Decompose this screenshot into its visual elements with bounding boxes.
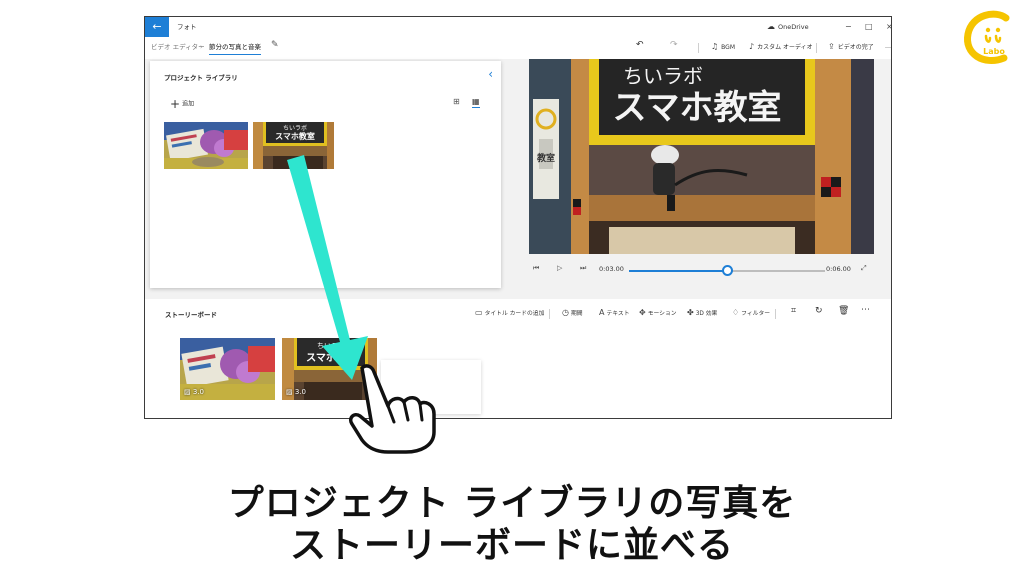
player-controls: ⏮ ▷ ⏭ 0:03.00 0:06.00 ⤢	[529, 261, 874, 281]
toolbar-divider	[775, 309, 776, 319]
delete-icon[interactable]: 🗑	[838, 305, 849, 317]
add-title-card-button[interactable]: ▭ タイトル カードの追加	[475, 307, 544, 320]
plus-icon: +	[170, 97, 181, 111]
total-time: 0:06.00	[826, 265, 851, 273]
filters-button[interactable]: ♢ フィルター	[732, 307, 770, 320]
bgm-label: BGM	[721, 44, 736, 51]
app-title: フォト	[177, 23, 197, 31]
svg-text:スマホ教室: スマホ教室	[275, 131, 315, 141]
crop-icon[interactable]: ⌗	[791, 305, 796, 317]
grid-view-icon[interactable]: ⊞	[453, 97, 460, 106]
clip-duration-badge: ▨ 3.0	[184, 388, 204, 396]
breadcrumb-chevron-icon: ›	[200, 43, 203, 51]
image-icon: ▭	[475, 308, 483, 317]
finish-video-label: ビデオの完了	[837, 44, 874, 51]
motion-label: モーション	[647, 311, 677, 317]
toolbar-divider	[816, 43, 817, 53]
pointing-hand-icon	[348, 364, 436, 454]
seek-bar-progress	[629, 270, 727, 272]
text-label: テキスト	[606, 311, 630, 317]
filters-label: フィルター	[741, 311, 771, 317]
setsubun-photo	[164, 122, 248, 169]
command-bar: ビデオ エディター › 節分の写真と音楽 ✎ ↶ ↷ ♫ BGM ♪ カスタム オー…	[145, 37, 891, 59]
sign-line2: スマホ教室	[613, 88, 782, 128]
audio-person-icon: ♪	[749, 42, 755, 51]
clip-duration-badge: ▨ 3.0	[286, 388, 306, 396]
custom-audio-label: カスタム オーディオ	[757, 44, 813, 51]
previous-frame-icon[interactable]: ⏮	[533, 264, 539, 273]
filter-icon: ♢	[732, 308, 740, 317]
caption-line-2: ストーリーボードに並べる	[289, 525, 734, 566]
toolbar-divider	[698, 43, 699, 53]
preview-frame-sign: 教室 ちいラボ スマホ教室	[529, 59, 874, 254]
custom-audio-button[interactable]: ♪ カスタム オーディオ	[749, 41, 813, 54]
motion-icon: ✥	[639, 308, 646, 317]
3d-effects-label: 3D 効果	[695, 311, 718, 317]
svg-text:ちいラボ: ちいラボ	[283, 124, 307, 132]
toolbar-divider	[549, 309, 550, 319]
maximize-button[interactable]: □	[865, 17, 873, 37]
sign-photo: ちいラボ スマホ教室	[253, 122, 334, 169]
seek-bar[interactable]	[629, 265, 825, 276]
duration-button[interactable]: ◷ 期間	[562, 307, 583, 320]
storyboard-panel: ストーリーボード ▭ タイトル カードの追加 ◷ 期間 A テキスト ✥ モーション ✤…	[145, 299, 891, 418]
add-title-card-label: タイトル カードの追加	[484, 311, 545, 317]
clip-duration: 3.0	[294, 388, 306, 396]
fullscreen-icon[interactable]: ⤢	[861, 264, 867, 273]
video-preview[interactable]: 教室 ちいラボ スマホ教室	[529, 59, 874, 254]
back-arrow-icon: ←	[152, 20, 162, 33]
more-options-icon[interactable]: ⋯	[861, 304, 870, 316]
finish-video-button[interactable]: ⇪ ビデオの完了	[828, 41, 874, 54]
text-button[interactable]: A テキスト	[599, 307, 630, 320]
rename-pencil-icon[interactable]: ✎	[271, 40, 279, 50]
3d-effects-button[interactable]: ✤ 3D 効果	[687, 307, 717, 320]
library-thumbnail-setsubun[interactable]	[164, 122, 248, 169]
large-view-icon[interactable]: ▦	[472, 97, 480, 108]
onedrive-button[interactable]: ☁ OneDrive	[767, 17, 809, 37]
back-button[interactable]: ←	[145, 17, 169, 37]
storyboard-title: ストーリーボード	[165, 311, 217, 319]
close-button[interactable]: ×	[886, 17, 891, 37]
undo-icon[interactable]: ↶	[636, 39, 644, 51]
music-note-icon: ♫	[711, 42, 719, 51]
storyboard-clip-setsubun[interactable]: ▨ 3.0	[180, 338, 275, 400]
clock-icon: ◷	[562, 308, 569, 317]
title-bar: ← フォト ☁OneDrive − □ ×	[145, 17, 891, 37]
play-icon[interactable]: ▷	[557, 264, 562, 272]
project-library-panel: プロジェクト ライブラリ ‹ + 追加 ⊞ ▦ ちいラボ スマホ教室	[150, 61, 501, 288]
add-media-button[interactable]: + 追加	[170, 97, 194, 112]
minimize-button[interactable]: −	[845, 17, 852, 37]
collapse-chevron-icon[interactable]: ‹	[488, 67, 493, 81]
library-thumbnail-sign[interactable]: ちいラボ スマホ教室	[253, 122, 334, 169]
photos-app-window: ← フォト ☁OneDrive − □ × ビデオ エディター › 節分の写真と…	[144, 16, 892, 419]
chii-labo-logo: Labo	[964, 10, 1010, 64]
logo-text: Labo	[983, 47, 1005, 56]
breadcrumb-video-editor[interactable]: ビデオ エディター	[151, 41, 205, 53]
current-time: 0:03.00	[599, 265, 624, 273]
breadcrumb-project-name[interactable]: 節分の写真と音楽	[209, 41, 261, 55]
text-icon: A	[599, 308, 605, 317]
bgm-button[interactable]: ♫ BGM	[711, 41, 735, 54]
export-icon: ⇪	[828, 42, 835, 51]
duration-label: 期間	[570, 311, 583, 317]
redo-icon[interactable]: ↷	[670, 39, 678, 51]
seek-bar-thumb[interactable]	[722, 265, 733, 276]
rotate-icon[interactable]: ↻	[815, 305, 823, 317]
3d-effects-icon: ✤	[687, 308, 694, 317]
svg-text:ちいラボ: ちいラボ	[317, 342, 345, 350]
more-options-button[interactable]: …	[885, 41, 891, 53]
add-media-label: 追加	[182, 100, 195, 108]
clip-duration: 3.0	[192, 388, 204, 396]
cloud-icon: ☁	[767, 22, 775, 31]
motion-button[interactable]: ✥ モーション	[639, 307, 677, 320]
onedrive-label: OneDrive	[778, 23, 809, 31]
project-library-title: プロジェクト ライブラリ	[164, 74, 238, 82]
sign-line1: ちいラボ	[623, 64, 703, 88]
svg-text:教室: 教室	[536, 152, 555, 164]
next-frame-icon[interactable]: ⏭	[580, 264, 586, 273]
